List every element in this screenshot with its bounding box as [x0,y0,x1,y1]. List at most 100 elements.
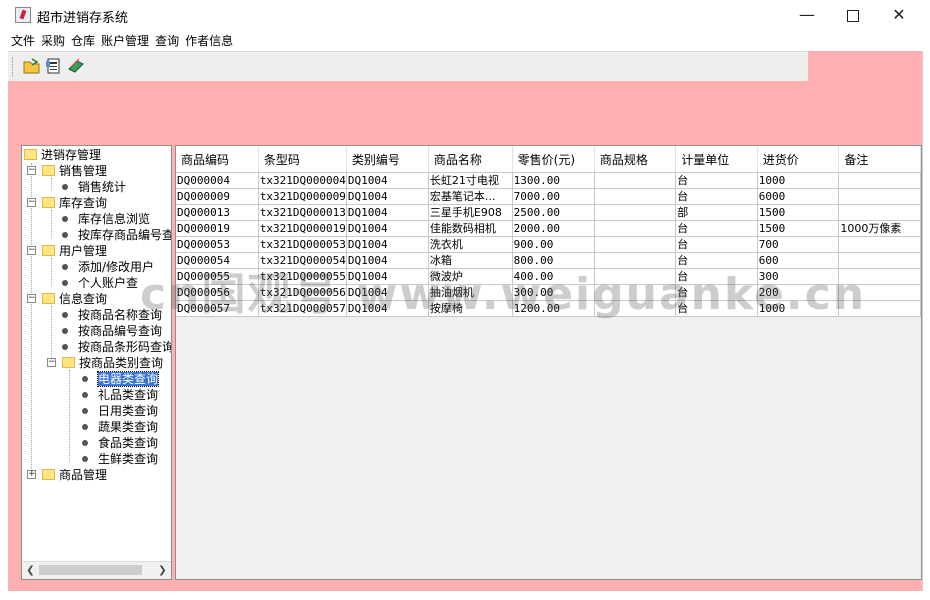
books-icon[interactable] [67,57,85,75]
tree-leaf-by-code[interactable]: 按商品编号查询 [58,323,162,339]
cell-purchase-price[interactable]: 6000 [757,188,840,205]
cell-retail-price[interactable]: 1200.00 [512,300,595,317]
cell-product-code[interactable]: DQ000053 [176,236,259,253]
column-header-product-code[interactable]: 商品编码 [176,146,259,173]
cell-barcode[interactable]: tx321DQ000019 [258,220,347,237]
column-header-retail-price[interactable]: 零售价(元) [512,146,595,173]
cell-product-spec[interactable] [594,300,677,317]
cell-product-name[interactable]: 微波炉 [428,268,513,285]
cell-category-code[interactable]: DQ1004 [346,236,429,253]
column-header-purchase-price[interactable]: 进货价 [757,146,840,173]
cell-product-code[interactable]: DQ000055 [176,268,259,285]
cell-product-name[interactable]: 按摩椅 [428,300,513,317]
scroll-right-icon[interactable]: ❯ [154,562,171,579]
cell-unit[interactable]: 部 [675,204,758,221]
table-row[interactable]: DQ000053 tx321DQ000053 DQ1004 洗衣机 900.00 台 700 [176,236,921,253]
cell-category-code[interactable]: DQ1004 [346,300,429,317]
cell-barcode[interactable]: tx321DQ000056 [258,284,347,301]
table-row[interactable]: DQ000019 tx321DQ000019 DQ1004 佳能数码相机 2000.00… [176,220,921,237]
cell-barcode[interactable]: tx321DQ000053 [258,236,347,253]
cell-retail-price[interactable]: 400.00 [512,268,595,285]
cell-remarks[interactable] [838,300,921,317]
tree-leaf-gift[interactable]: 礼品类查询 [78,387,158,403]
cell-product-spec[interactable] [594,220,677,237]
tree-node-sales[interactable]: 销售管理 [42,163,107,179]
cell-remarks[interactable] [838,172,921,189]
cell-remarks[interactable] [838,188,921,205]
cell-retail-price[interactable]: 900.00 [512,236,595,253]
navigation-tree[interactable]: 进销存管理 − 销售管理 销售统计 − 库存查询 库存信息浏览 按库存商品编号查… [21,145,172,580]
tree-leaf-daily[interactable]: 日用类查询 [78,403,158,419]
cell-purchase-price[interactable]: 1000 [757,300,840,317]
collapse-icon[interactable]: − [27,294,36,303]
column-header-barcode[interactable]: 条型码 [258,146,347,173]
cell-category-code[interactable]: DQ1004 [346,268,429,285]
cell-product-name[interactable]: 佳能数码相机 [428,220,513,237]
cell-unit[interactable]: 台 [675,188,758,205]
menu-account[interactable]: 账户管理 [98,31,152,51]
cell-retail-price[interactable]: 1300.00 [512,172,595,189]
tree-leaf-sales-stats[interactable]: 销售统计 [58,179,126,195]
cell-product-code[interactable]: DQ000056 [176,284,259,301]
cell-product-spec[interactable] [594,204,677,221]
cell-product-code[interactable]: DQ000009 [176,188,259,205]
column-header-product-name[interactable]: 商品名称 [428,146,513,173]
cell-product-name[interactable]: 洗衣机 [428,236,513,253]
tree-leaf-fresh[interactable]: 生鲜类查询 [78,451,158,467]
tree-leaf-add-user[interactable]: 添加/修改用户 [58,259,154,275]
tree-leaf-by-barcode[interactable]: 按商品条形码查询 [58,339,171,355]
cell-product-spec[interactable] [594,236,677,253]
tree-leaf-by-name[interactable]: 按商品名称查询 [58,307,162,323]
table-row[interactable]: DQ000004 tx321DQ000004 DQ1004 长虹21寸电视 1300.0… [176,172,921,189]
cell-purchase-price[interactable]: 200 [757,284,840,301]
tree-horizontal-scrollbar[interactable]: ❮ ❯ [22,561,171,579]
cell-barcode[interactable]: tx321DQ000013 [258,204,347,221]
table-row[interactable]: DQ000054 tx321DQ000054 DQ1004 冰箱 800.00 台 600 [176,252,921,269]
cell-product-name[interactable]: 抽油烟机 [428,284,513,301]
scroll-thumb[interactable] [39,565,142,575]
collapse-icon[interactable]: − [47,358,56,367]
column-header-unit[interactable]: 计量单位 [675,146,758,173]
title-bar[interactable]: 超市进销存系统 — ✕ [0,0,930,30]
cell-barcode[interactable]: tx321DQ000009 [258,188,347,205]
collapse-icon[interactable]: − [27,246,36,255]
cell-product-code[interactable]: DQ000057 [176,300,259,317]
cell-barcode[interactable]: tx321DQ000057 [258,300,347,317]
cell-product-code[interactable]: DQ000054 [176,252,259,269]
cell-unit[interactable]: 台 [675,172,758,189]
cell-unit[interactable]: 台 [675,220,758,237]
cell-remarks[interactable] [838,236,921,253]
cell-unit[interactable]: 台 [675,284,758,301]
cell-product-name[interactable]: 宏基笔记本... [428,188,513,205]
cell-barcode[interactable]: tx321DQ000055 [258,268,347,285]
cell-unit[interactable]: 台 [675,252,758,269]
cell-purchase-price[interactable]: 1500 [757,204,840,221]
tree-node-stock[interactable]: 库存查询 [42,195,107,211]
cell-purchase-price[interactable]: 1500 [757,220,840,237]
tree-leaf-vegetable[interactable]: 蔬果类查询 [78,419,158,435]
cell-category-code[interactable]: DQ1004 [346,220,429,237]
tree-leaf-personal-account[interactable]: 个人账户查 [58,275,138,291]
cell-unit[interactable]: 台 [675,236,758,253]
cell-product-spec[interactable] [594,188,677,205]
cell-unit[interactable]: 台 [675,300,758,317]
cell-product-spec[interactable] [594,252,677,269]
column-header-remarks[interactable]: 备注 [838,146,921,173]
document-icon[interactable] [45,57,63,75]
tree-leaf-stock-by-code[interactable]: 按库存商品编号查 [58,227,171,243]
table-row[interactable]: DQ000013 tx321DQ000013 DQ1004 三星手机E908 2500.… [176,204,921,221]
collapse-icon[interactable]: − [27,166,36,175]
cell-product-code[interactable]: DQ000013 [176,204,259,221]
cell-category-code[interactable]: DQ1004 [346,204,429,221]
close-button[interactable]: ✕ [876,0,922,30]
menu-author[interactable]: 作者信息 [182,31,236,51]
menu-purchase[interactable]: 采购 [38,31,68,51]
cell-category-code[interactable]: DQ1004 [346,188,429,205]
cell-product-spec[interactable] [594,172,677,189]
cell-purchase-price[interactable]: 300 [757,268,840,285]
cell-purchase-price[interactable]: 700 [757,236,840,253]
minimize-button[interactable]: — [784,0,830,30]
cell-product-spec[interactable] [594,268,677,285]
maximize-button[interactable] [830,0,876,30]
tree-leaf-food[interactable]: 食品类查询 [78,435,158,451]
